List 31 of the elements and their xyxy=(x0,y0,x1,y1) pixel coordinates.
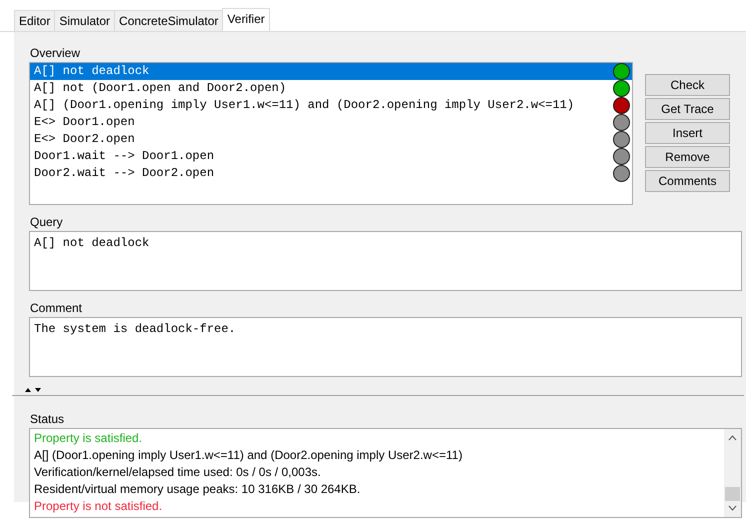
status-line: Verification/kernel/elapsed time used: 0s / 0s / 0,003s. xyxy=(34,464,322,481)
action-button[interactable]: Get Trace xyxy=(645,98,730,120)
action-button[interactable]: Comments xyxy=(645,170,730,192)
tab[interactable]: Editor xyxy=(14,10,56,31)
comment-field[interactable]: The system is deadlock-free. xyxy=(29,317,742,377)
query-label: Query xyxy=(30,215,64,229)
tab[interactable]: Verifier xyxy=(222,8,270,31)
action-button[interactable]: Remove xyxy=(645,146,730,168)
status-label: Status xyxy=(30,412,66,426)
scrollbar-thumb[interactable] xyxy=(725,487,740,501)
tab[interactable]: Simulator xyxy=(54,10,116,31)
query-list-item[interactable]: A[] not (Door1.open and Door2.open) xyxy=(30,80,632,97)
status-line: Property is not satisfied. xyxy=(34,498,164,515)
query-list-item[interactable]: Door1.wait --> Door1.open xyxy=(30,148,632,165)
tab[interactable]: ConcreteSimulator xyxy=(114,10,224,31)
query-list-item[interactable]: Door2.wait --> Door2.open xyxy=(30,165,632,182)
action-button[interactable]: Check xyxy=(645,74,730,96)
scroll-down-icon[interactable] xyxy=(728,505,737,511)
scroll-up-icon[interactable] xyxy=(728,435,737,441)
query-list-item[interactable]: E<> Door2.open xyxy=(30,131,632,148)
query-list-item[interactable]: A[] not deadlock xyxy=(30,63,632,80)
comment-label: Comment xyxy=(30,301,84,315)
status-line: A[] (Door1.opening imply User1.w<=11) and (Door2.opening imply User2.w<=11) xyxy=(34,447,464,464)
overview-label: Overview xyxy=(30,46,82,60)
status-line: Resident/virtual memory usage peaks: 10 316KB / 30 264KB. xyxy=(34,481,362,498)
status-line: Property is satisfied. xyxy=(34,430,144,447)
splitter-arrows-icon[interactable] xyxy=(24,386,42,394)
action-button[interactable]: Insert xyxy=(645,122,730,144)
query-field[interactable]: A[] not deadlock xyxy=(29,231,742,291)
query-list-item[interactable]: E<> Door1.open xyxy=(30,114,632,131)
query-list-item[interactable]: A[] (Door1.opening imply User1.w<=11) and (Door2.opening imply User2.w<=11) xyxy=(30,97,632,114)
